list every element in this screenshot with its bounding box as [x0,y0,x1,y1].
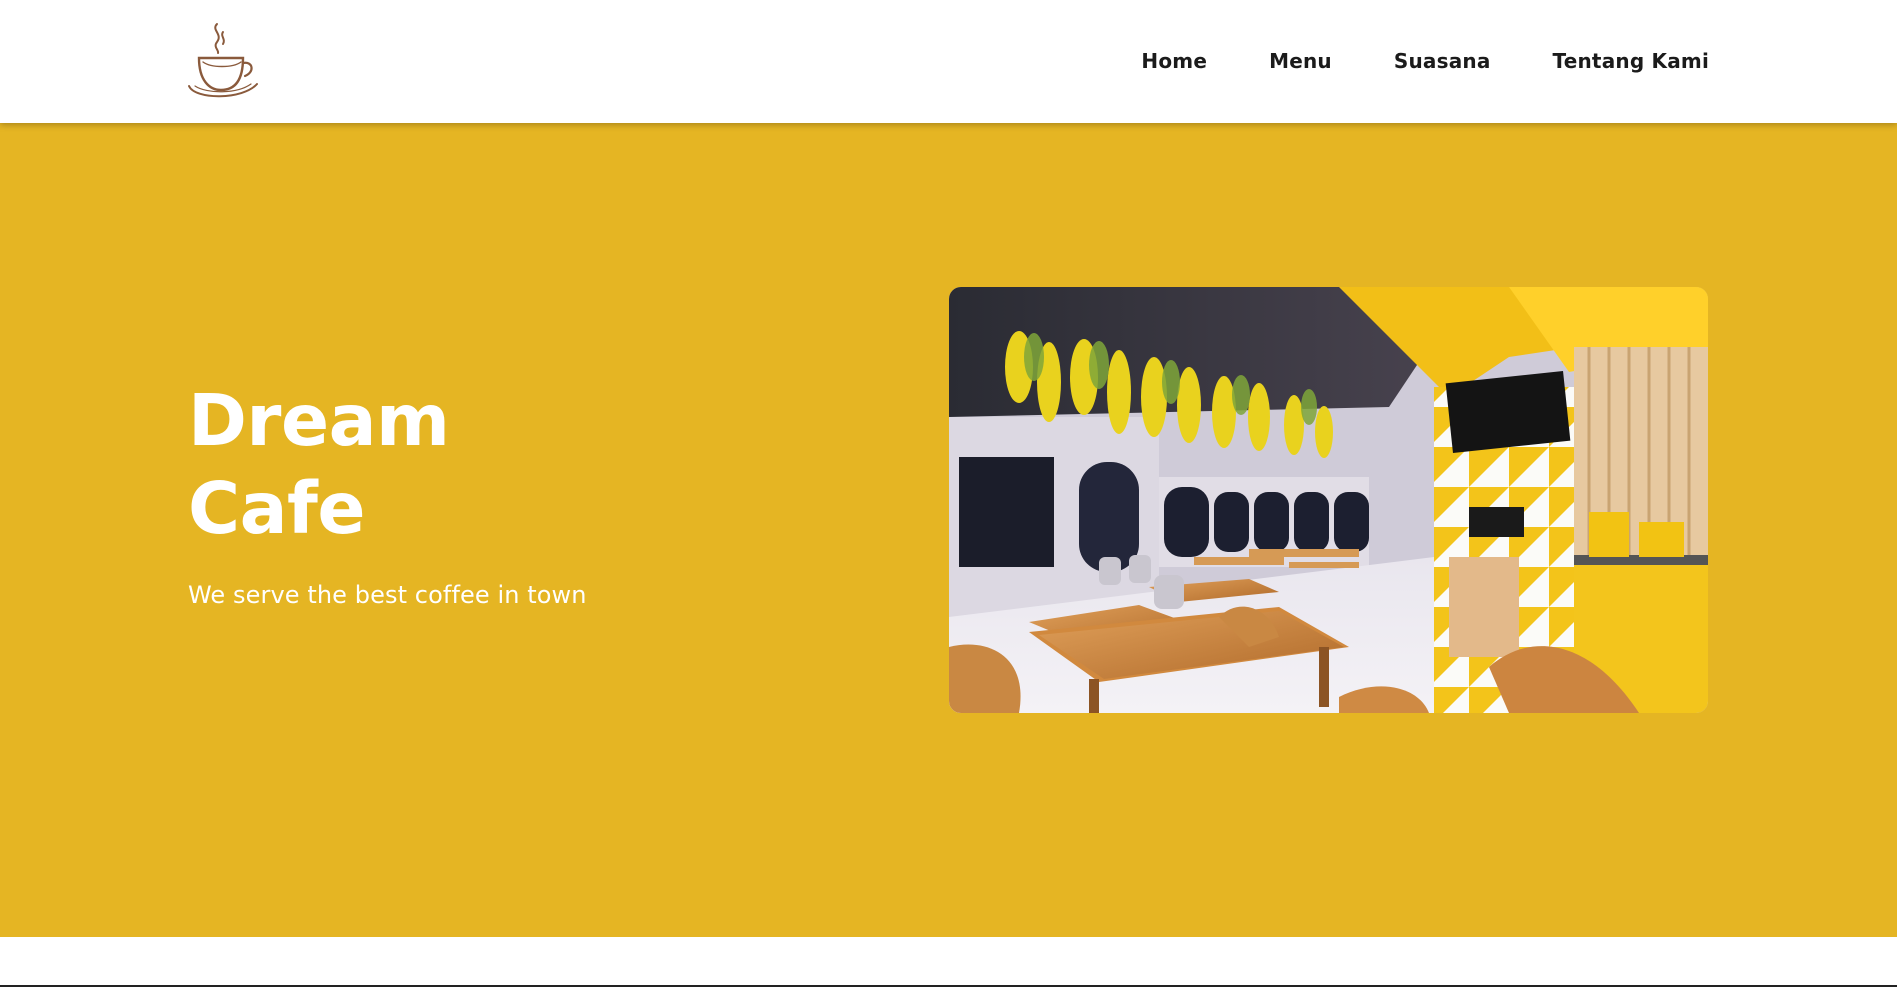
nav-link-home[interactable]: Home [1141,48,1207,74]
hero-section: Dream Cafe We serve the best coffee in t… [0,123,1897,937]
coffee-cup-logo-icon[interactable] [185,20,265,100]
hero-title-line-1: Dream [188,379,450,462]
main-nav: Home Menu Suasana Tentang Kami [1141,48,1709,74]
nav-link-menu[interactable]: Menu [1269,48,1332,74]
cafe-interior-photo [949,287,1708,713]
hero-title: Dream Cafe [188,377,450,553]
nav-link-tentang-kami[interactable]: Tentang Kami [1553,48,1709,74]
navbar: Home Menu Suasana Tentang Kami [0,0,1897,123]
hero-subtitle: We serve the best coffee in town [188,581,587,609]
hero-title-line-2: Cafe [188,467,366,550]
nav-link-suasana[interactable]: Suasana [1394,48,1491,74]
